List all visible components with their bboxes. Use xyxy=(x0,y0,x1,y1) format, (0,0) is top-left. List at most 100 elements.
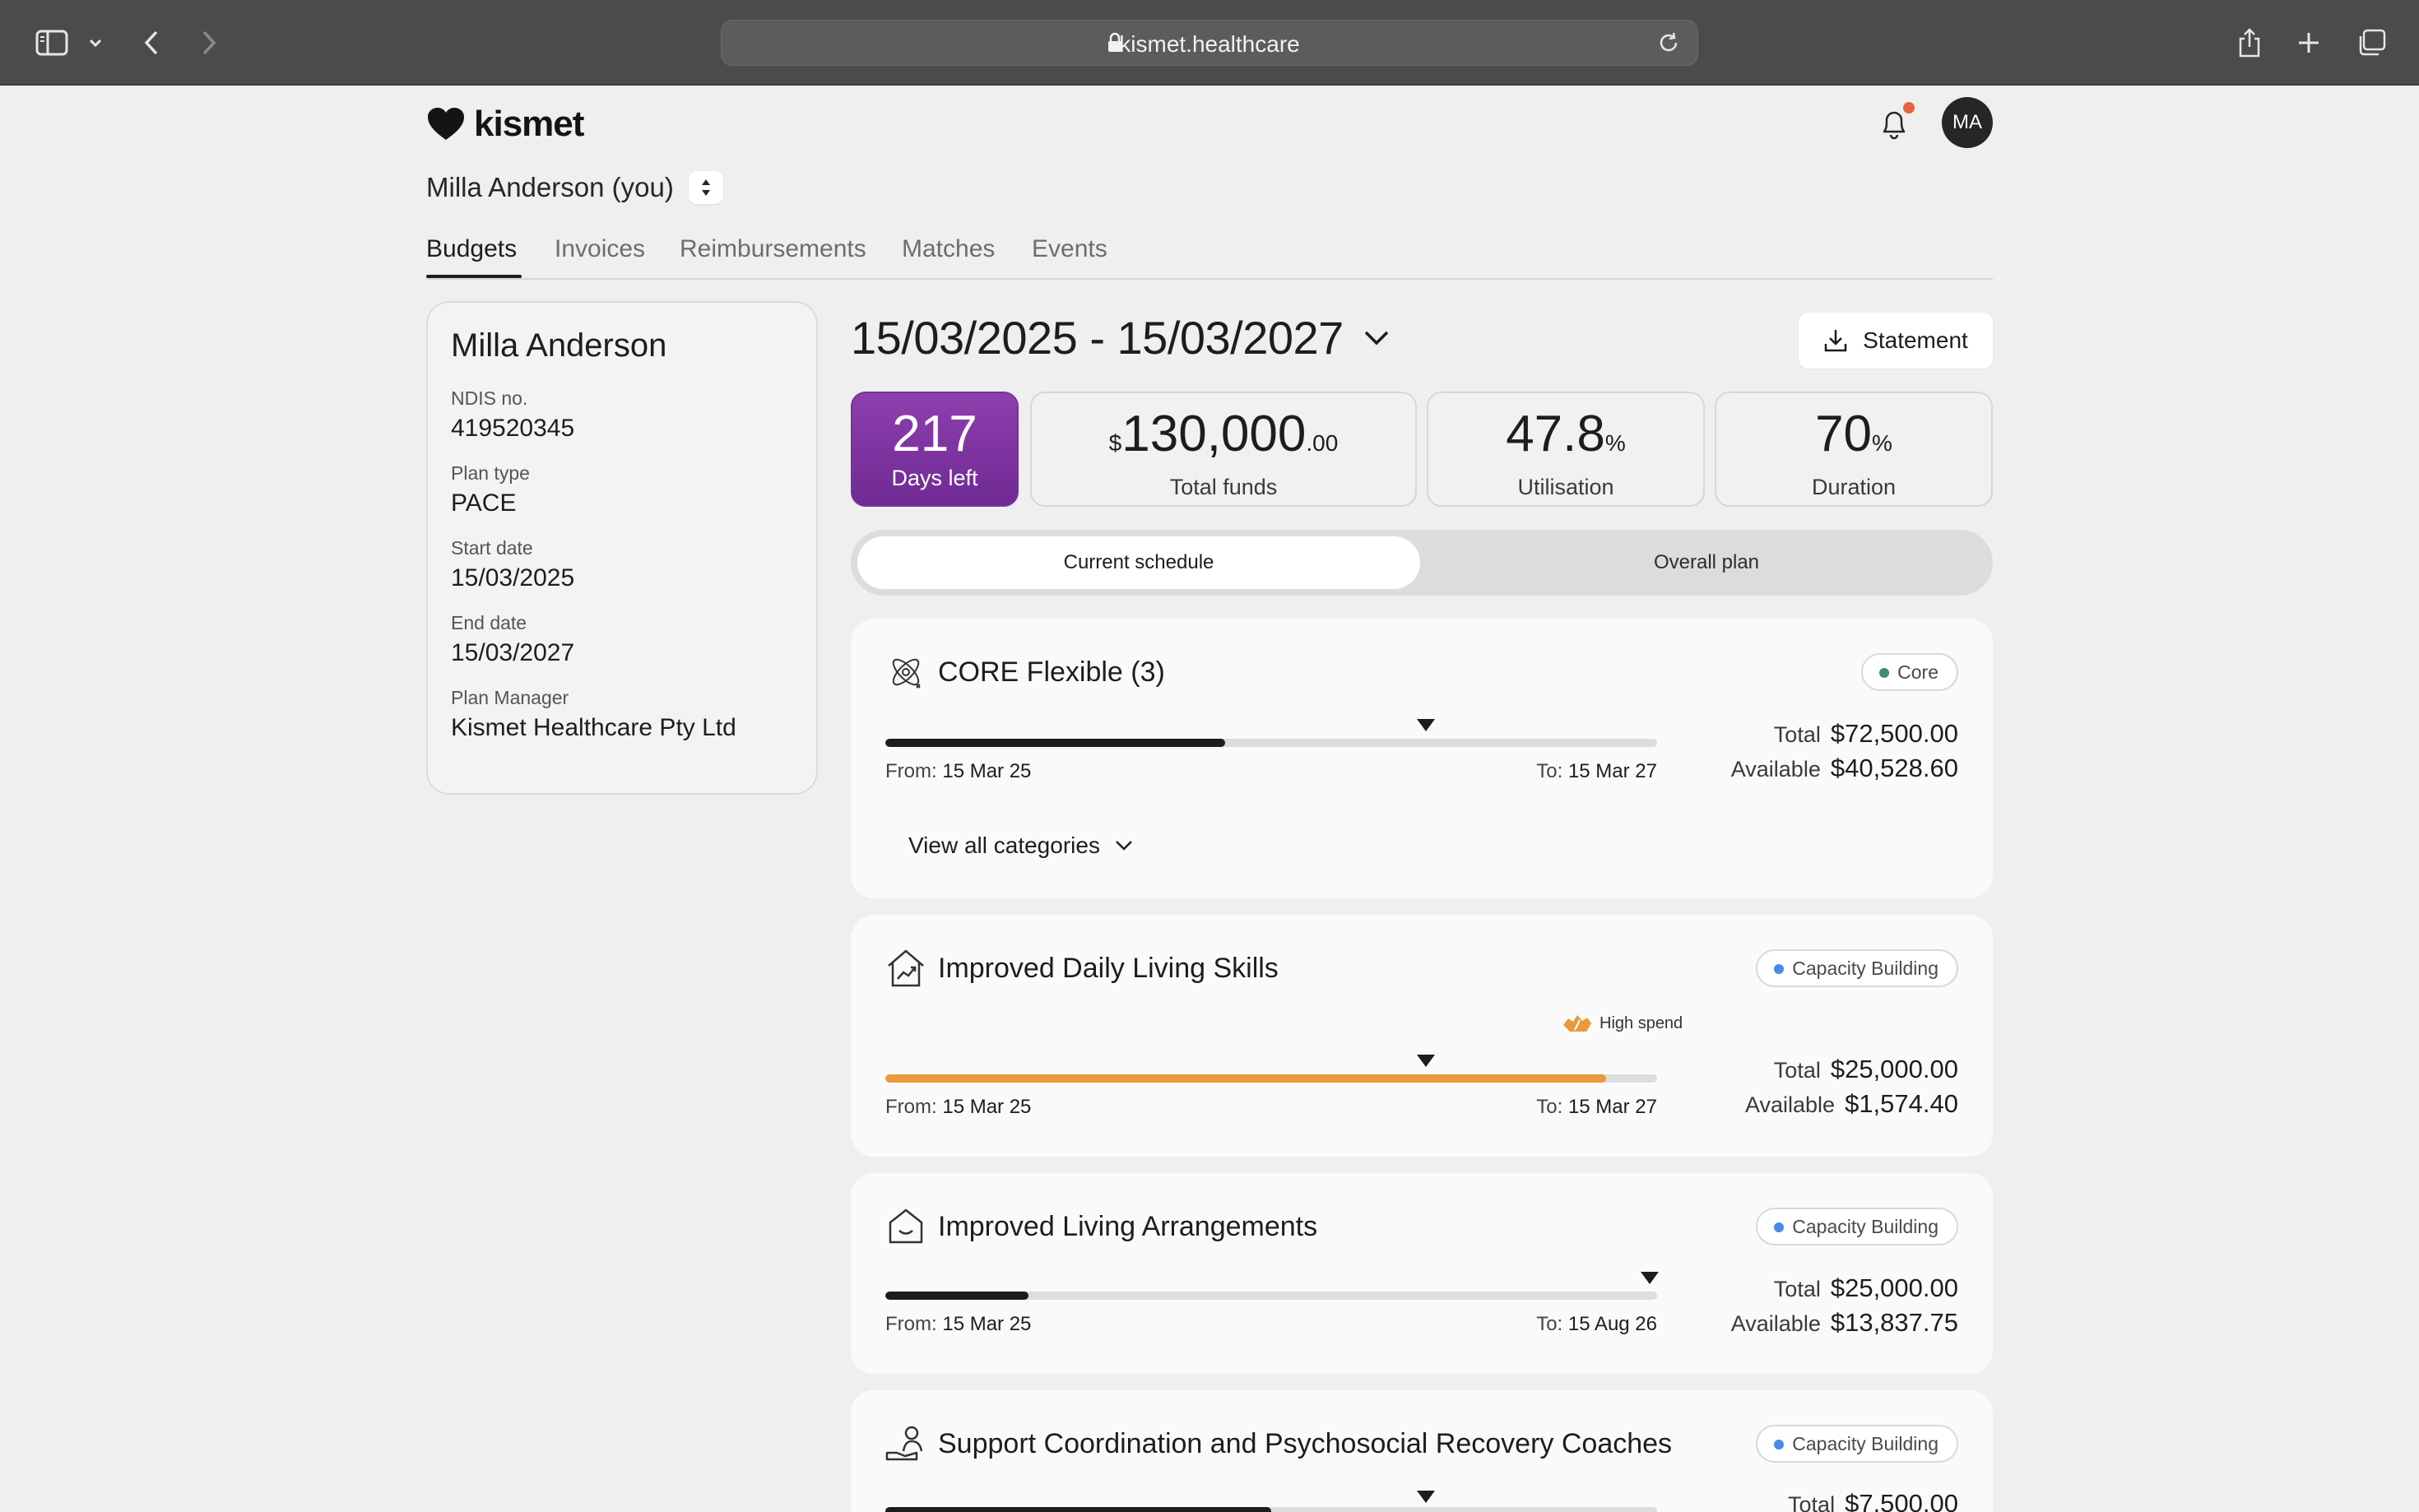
budget-progress-track xyxy=(885,739,1657,747)
budget-title: Improved Daily Living Skills xyxy=(938,953,1279,984)
budget-progress-fill xyxy=(885,1292,1028,1300)
plan-manager-label: Plan Manager xyxy=(451,687,569,708)
available-value: $1,574.40 xyxy=(1845,1089,1958,1118)
from-date: From: 15 Mar 25 xyxy=(885,1313,1031,1336)
tab-matches[interactable]: Matches xyxy=(902,235,995,263)
start-date-label: Start date xyxy=(451,537,533,559)
to-value: 15 Mar 27 xyxy=(1567,760,1657,782)
to-date: To: 15 Mar 27 xyxy=(1460,1096,1657,1119)
download-statement-button[interactable]: Statement xyxy=(1799,313,1993,369)
to-label: To: xyxy=(1536,760,1563,782)
available-label: Available xyxy=(1730,1311,1821,1336)
budget-progress-track xyxy=(885,1074,1657,1083)
up-down-chevron-icon xyxy=(701,179,710,196)
available-label: Available xyxy=(1730,757,1821,782)
available-value: $13,837.75 xyxy=(1830,1308,1958,1337)
high-spend-label: High spend xyxy=(1600,1013,1683,1032)
end-date-value: 15/03/2027 xyxy=(451,639,575,666)
available-amount: Available $1,574.40 xyxy=(1745,1089,1958,1119)
budget-card-core-flexible[interactable]: CORE Flexible (3) Core From: 15 Mar 25 T… xyxy=(851,619,1993,898)
budget-progress-fill xyxy=(885,1507,1271,1512)
high-spend-icon xyxy=(1563,1015,1591,1032)
total-label: Total xyxy=(1773,1058,1821,1083)
budget-progress-track xyxy=(885,1507,1657,1512)
total-label: Total xyxy=(1773,1277,1821,1301)
total-value: $25,000.00 xyxy=(1830,1055,1958,1083)
house-icon xyxy=(885,1206,926,1251)
user-avatar[interactable]: MA xyxy=(1942,97,1993,148)
duration-value: 70 xyxy=(1815,406,1873,462)
tab-group-chevron-down-icon[interactable] xyxy=(84,23,107,63)
budget-card-living-arrangements[interactable]: Improved Living Arrangements Capacity Bu… xyxy=(851,1173,1993,1374)
chevron-down-icon xyxy=(1116,841,1132,851)
participant-info-card: Milla Anderson NDIS no. 419520345 Plan t… xyxy=(426,301,818,795)
to-value: 15 Mar 27 xyxy=(1567,1096,1657,1118)
participant-name: Milla Anderson (you) xyxy=(426,172,674,202)
heart-icon xyxy=(428,108,464,140)
to-value: 15 Aug 26 xyxy=(1567,1313,1657,1335)
current-schedule-option[interactable]: Current schedule xyxy=(857,536,1420,589)
from-label: From: xyxy=(885,1313,937,1335)
available-amount: Available $13,837.75 xyxy=(1731,1308,1958,1338)
time-marker xyxy=(1416,1055,1435,1067)
to-label: To: xyxy=(1536,1313,1563,1335)
category-tag-capacity-building: Capacity Building xyxy=(1756,1208,1958,1245)
plan-type-value: PACE xyxy=(451,489,517,517)
sidebar-toggle-icon[interactable] xyxy=(31,23,72,63)
tab-events[interactable]: Events xyxy=(1032,235,1107,263)
total-value: $25,000.00 xyxy=(1830,1273,1958,1302)
total-amount: Total $7,500.00 xyxy=(1788,1489,1958,1512)
view-all-label: View all categories xyxy=(908,833,1100,858)
main-tabs: Budgets Invoices Reimbursements Matches … xyxy=(426,230,1993,280)
total-label: Total xyxy=(1788,1492,1836,1512)
from-value: 15 Mar 25 xyxy=(942,1313,1032,1335)
total-funds-caption: Total funds xyxy=(1169,475,1278,499)
currency-symbol: $ xyxy=(1108,430,1122,456)
total-amount: Total $25,000.00 xyxy=(1774,1055,1958,1084)
tab-overview-icon[interactable] xyxy=(2355,23,2388,63)
budget-title: CORE Flexible (3) xyxy=(938,656,1165,688)
reload-icon[interactable] xyxy=(1656,30,1681,59)
available-value: $40,528.60 xyxy=(1830,754,1958,782)
total-value: $72,500.00 xyxy=(1830,719,1958,748)
budget-progress-fill xyxy=(885,1074,1607,1083)
category-tag-core: Core xyxy=(1861,653,1958,691)
plan-period: 15/03/2025 - 15/03/2027 xyxy=(851,312,1344,364)
view-all-categories-button[interactable]: View all categories xyxy=(908,833,1133,859)
share-icon[interactable] xyxy=(2235,23,2264,63)
tab-reimbursements[interactable]: Reimbursements xyxy=(680,235,866,263)
time-marker xyxy=(1416,719,1435,731)
budget-progress-track xyxy=(885,1292,1657,1300)
new-tab-plus-icon[interactable] xyxy=(2294,23,2324,63)
duration-unit: % xyxy=(1872,430,1892,456)
tab-budgets[interactable]: Budgets xyxy=(426,235,517,263)
total-funds-card: $130,000.00 Total funds xyxy=(1030,392,1417,507)
available-amount: Available $40,528.60 xyxy=(1731,754,1958,783)
back-chevron-icon[interactable] xyxy=(137,23,166,63)
address-bar[interactable]: kismet.healthcare xyxy=(721,20,1698,66)
budget-card-support-coordination[interactable]: Support Coordination and Psychosocial Re… xyxy=(851,1390,1993,1512)
utilisation-unit: % xyxy=(1604,430,1626,456)
participant-switcher[interactable]: Milla Anderson (you) xyxy=(426,171,723,204)
switch-participant-button[interactable] xyxy=(688,171,723,204)
tab-invoices[interactable]: Invoices xyxy=(555,235,645,263)
forward-chevron-icon[interactable] xyxy=(194,23,224,63)
ndis-number-label: NDIS no. xyxy=(451,387,528,409)
plan-period-selector[interactable]: 15/03/2025 - 15/03/2027 xyxy=(851,311,1390,364)
plan-type-label: Plan type xyxy=(451,462,530,484)
active-tab-indicator xyxy=(426,275,522,278)
total-amount: Total $25,000.00 xyxy=(1774,1273,1958,1303)
person-support-icon xyxy=(885,1423,926,1468)
url-text: kismet.healthcare xyxy=(1119,31,1300,57)
notifications-bell-icon[interactable] xyxy=(1879,107,1909,144)
budget-title: Support Coordination and Psychosocial Re… xyxy=(938,1428,1673,1459)
to-date: To: 15 Mar 27 xyxy=(1460,760,1657,783)
to-label: To: xyxy=(1536,1096,1563,1118)
overall-plan-option[interactable]: Overall plan xyxy=(1427,536,1986,589)
kismet-logo[interactable]: kismet xyxy=(426,104,584,145)
budget-card-daily-living[interactable]: Improved Daily Living Skills Capacity Bu… xyxy=(851,915,1993,1157)
total-label: Total xyxy=(1773,722,1821,747)
days-left-value: 217 xyxy=(892,406,977,462)
days-left-card: 217 Days left xyxy=(851,392,1019,507)
to-date: To: 15 Aug 26 xyxy=(1460,1313,1657,1336)
